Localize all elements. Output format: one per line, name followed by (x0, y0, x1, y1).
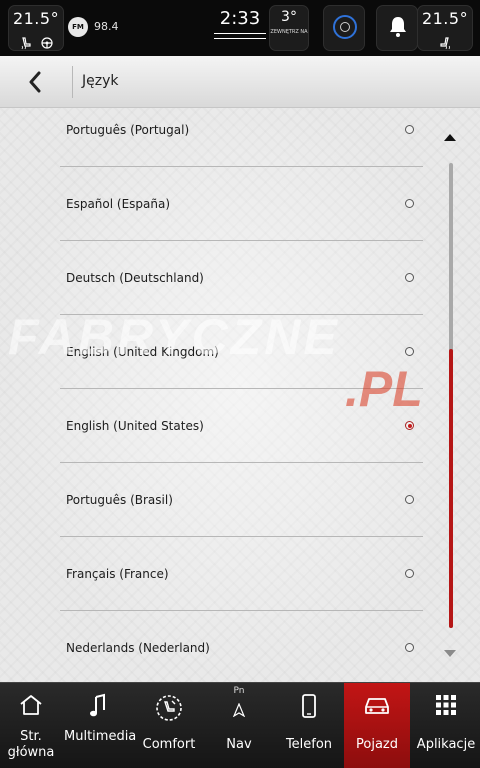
apps-grid-icon (412, 693, 480, 721)
language-label: Deutsch (Deutschland) (66, 271, 204, 285)
heated-seat-icon (21, 36, 31, 49)
outside-temperature: 3° (281, 9, 297, 25)
radio-band-badge[interactable]: FM (68, 17, 88, 37)
nav-phone-button[interactable]: Telefon (275, 683, 343, 768)
language-label: Español (España) (66, 197, 171, 211)
status-bar: 21.5° FM 98.4 2:33 3° ZEWNĘTRZ NA 21.5° (0, 0, 480, 56)
nav-navigation-button[interactable]: Pn Nav (206, 683, 272, 768)
language-option[interactable]: Deutsch (Deutschland) (60, 241, 423, 315)
nav-comfort-button[interactable]: Comfort (135, 683, 203, 768)
language-option[interactable]: Français (France) (60, 537, 423, 611)
language-option[interactable]: English (United States) (60, 389, 423, 463)
radio-button[interactable] (405, 199, 414, 208)
drive-mode-button[interactable] (323, 5, 365, 51)
home-icon (0, 693, 62, 721)
nav-multimedia-button[interactable]: Multimedia (64, 683, 137, 768)
language-option[interactable]: Português (Portugal) (60, 108, 423, 167)
nav-vehicle-button[interactable]: Pojazd (344, 683, 410, 768)
scrollbar[interactable] (449, 163, 453, 628)
language-label: English (United States) (66, 419, 204, 433)
language-option[interactable]: Español (España) (60, 167, 423, 241)
nav-label: Nav (226, 737, 252, 752)
language-option[interactable]: Nederlands (Nederland) (60, 611, 423, 682)
scroll-up-arrow-icon[interactable] (443, 132, 457, 142)
nav-label: Str. główna (7, 729, 55, 760)
outside-temperature-label: ZEWNĘTRZ NA (270, 29, 308, 35)
nav-home-button[interactable]: Str. główna (0, 683, 62, 768)
navigation-icon (206, 703, 272, 731)
radio-button[interactable] (405, 273, 414, 282)
clock-time: 2:33 (219, 8, 261, 29)
scroll-down-arrow-icon[interactable] (443, 649, 457, 659)
outside-temperature-box: 3° ZEWNĘTRZ NA (269, 5, 309, 51)
drive-mode-icon (333, 15, 357, 39)
language-label: Nederlands (Nederland) (66, 641, 210, 655)
heated-seat-icon (440, 36, 450, 49)
nav-label: Aplikacje (416, 737, 476, 752)
bottom-navigation: Str. główna Multimedia Comfort Pn Nav Telefon… (0, 682, 480, 768)
nav-label: Pojazd (356, 737, 398, 752)
language-label: English (United Kingdom) (66, 345, 219, 359)
language-option[interactable]: Português (Brasil) (60, 463, 423, 537)
nav-label: Comfort (142, 737, 196, 752)
climate-left-button[interactable]: 21.5° (8, 5, 64, 51)
clock-underline-2 (214, 38, 266, 39)
heated-steering-wheel-icon (41, 36, 53, 49)
nav-apps-button[interactable]: Aplikacje (412, 683, 480, 768)
radio-frequency[interactable]: 98.4 (94, 20, 119, 33)
clock: 2:33 (214, 8, 266, 42)
header-divider (72, 66, 73, 98)
language-option[interactable]: English (United Kingdom) (60, 315, 423, 389)
scrollbar-thumb[interactable] (449, 349, 453, 628)
notifications-button[interactable] (376, 5, 418, 51)
left-temperature: 21.5° (12, 9, 60, 28)
chevron-left-icon (29, 71, 41, 93)
language-list-panel: Português (Portugal) Español (España) Deut… (0, 108, 480, 682)
music-note-icon (64, 693, 132, 721)
climate-right-button[interactable]: 21.5° (417, 5, 473, 51)
back-button[interactable] (0, 56, 72, 108)
page-header: Język (0, 56, 480, 108)
compass-heading: Pn (233, 686, 245, 696)
bell-icon (390, 17, 406, 37)
language-label: Français (France) (66, 567, 169, 581)
radio-button[interactable] (405, 569, 414, 578)
radio-button-selected[interactable] (405, 421, 414, 430)
nav-label: Multimedia (64, 729, 137, 744)
phone-icon (275, 693, 343, 721)
comfort-icon (135, 693, 203, 721)
language-label: Português (Portugal) (66, 123, 190, 137)
radio-button[interactable] (405, 347, 414, 356)
radio-button[interactable] (405, 125, 414, 134)
page-title: Język (82, 73, 119, 89)
nav-label: Telefon (285, 737, 333, 752)
radio-button[interactable] (405, 495, 414, 504)
right-temperature: 21.5° (421, 9, 469, 28)
car-icon (344, 693, 410, 721)
clock-underline (214, 33, 266, 34)
radio-button[interactable] (405, 643, 414, 652)
language-label: Português (Brasil) (66, 493, 173, 507)
